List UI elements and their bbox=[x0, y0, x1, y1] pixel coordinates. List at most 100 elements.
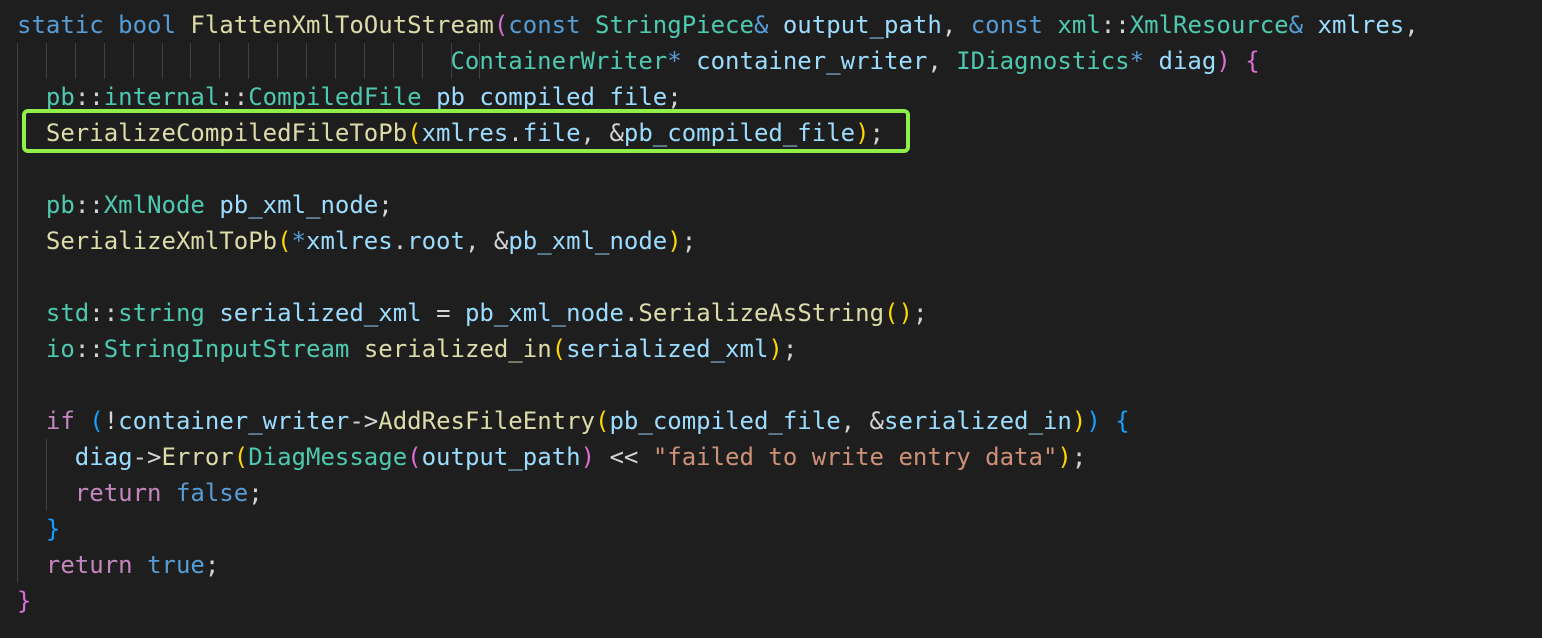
code-line[interactable]: diag->Error(DiagMessage(output_path) << … bbox=[17, 439, 1419, 475]
highlight-box bbox=[22, 109, 910, 153]
code-token: * bbox=[291, 227, 306, 255]
code-line[interactable]: SerializeXmlToPb(*xmlres.root, &pb_xml_n… bbox=[17, 223, 1419, 259]
code-area[interactable]: static bool FlattenXmlToOutStream(const … bbox=[17, 7, 1419, 619]
indent-guide bbox=[17, 79, 18, 115]
code-token: ; bbox=[204, 551, 220, 579]
code-token: ; bbox=[378, 191, 393, 219]
code-line[interactable]: pb::XmlNode pb_xml_node; bbox=[17, 187, 1419, 223]
code-token: ( bbox=[89, 407, 104, 435]
code-token: * bbox=[667, 47, 682, 75]
code-token: , bbox=[1404, 11, 1419, 39]
code-token: const bbox=[970, 11, 1043, 39]
code-line[interactable]: ContainerWriter* container_writer, IDiag… bbox=[17, 43, 1419, 79]
code-token: serialized_xml bbox=[566, 335, 769, 363]
code-token: FlattenXmlToOutStream bbox=[190, 11, 494, 39]
code-line[interactable]: std::string serialized_xml = pb_xml_node… bbox=[17, 295, 1419, 331]
code-line[interactable]: } bbox=[17, 583, 1419, 619]
code-token: ! bbox=[103, 407, 119, 435]
indent-guide bbox=[103, 43, 105, 79]
indent-guide bbox=[277, 43, 279, 79]
indent-guide bbox=[190, 43, 192, 79]
code-token: ( bbox=[493, 11, 509, 39]
code-token: { bbox=[1245, 47, 1260, 75]
indent-guide bbox=[17, 511, 18, 547]
indent-guide bbox=[45, 43, 47, 79]
code-token: :: bbox=[74, 83, 104, 111]
code-token: root bbox=[407, 227, 465, 255]
code-token: string bbox=[118, 299, 205, 327]
code-token: StringInputStream bbox=[103, 335, 350, 363]
code-token: ) bbox=[580, 443, 596, 471]
code-token: ( bbox=[277, 227, 292, 255]
code-token: ) bbox=[1071, 407, 1087, 435]
code-line[interactable]: if (!container_writer->AddResFileEntry(p… bbox=[17, 403, 1419, 439]
code-token: internal bbox=[103, 83, 220, 111]
indent-guide bbox=[17, 43, 18, 79]
code-line[interactable]: return false; bbox=[17, 475, 1419, 511]
indent-guide bbox=[392, 43, 394, 79]
indent-guide bbox=[17, 259, 18, 295]
code-token: xmlres bbox=[306, 227, 393, 255]
code-line[interactable] bbox=[17, 151, 1419, 187]
code-token: true bbox=[147, 551, 205, 579]
code-line[interactable]: return true; bbox=[17, 547, 1419, 583]
code-token: pb_xml_node bbox=[219, 191, 379, 219]
code-token: ) bbox=[667, 227, 682, 255]
code-token: pb_xml_node bbox=[508, 227, 668, 255]
code-token: false bbox=[175, 479, 249, 507]
code-token: * bbox=[1129, 47, 1145, 75]
code-token: , & bbox=[840, 407, 885, 435]
code-token: XmlResource bbox=[1129, 11, 1289, 39]
indent-guide bbox=[17, 367, 18, 403]
code-token: StringPiece bbox=[595, 11, 754, 39]
code-line[interactable] bbox=[17, 259, 1419, 295]
indent-guide bbox=[17, 115, 18, 151]
code-line[interactable] bbox=[17, 367, 1419, 403]
code-token: AddResFileEntry bbox=[378, 407, 596, 435]
indent-guide bbox=[161, 43, 163, 79]
code-token: ( bbox=[407, 443, 422, 471]
code-token: , bbox=[927, 47, 957, 75]
code-line[interactable]: static bool FlattenXmlToOutStream(const … bbox=[17, 7, 1419, 43]
code-token: container_writer bbox=[696, 47, 928, 75]
code-token: :: bbox=[74, 335, 104, 363]
code-token: output_path bbox=[421, 443, 581, 471]
code-token: Error bbox=[161, 443, 234, 471]
indent-guide bbox=[17, 331, 18, 367]
code-token: SerializeAsString bbox=[638, 299, 885, 327]
code-editor[interactable]: static bool FlattenXmlToOutStream(const … bbox=[0, 0, 1542, 638]
code-token: ; bbox=[681, 227, 697, 255]
code-token: pb bbox=[45, 191, 75, 219]
indent-guide bbox=[17, 547, 18, 583]
indent-guide bbox=[132, 43, 134, 79]
code-token: = bbox=[421, 299, 465, 327]
code-token: ContainerWriter bbox=[450, 47, 668, 75]
indent-guide bbox=[74, 43, 76, 79]
code-line[interactable]: } bbox=[17, 511, 1419, 547]
code-token: :: bbox=[74, 191, 104, 219]
code-line[interactable]: io::StringInputStream serialized_in(seri… bbox=[17, 331, 1419, 367]
code-token: pb_compiled_file bbox=[609, 407, 841, 435]
code-token: } bbox=[45, 515, 61, 543]
code-token: DiagMessage bbox=[248, 443, 408, 471]
indent-guide bbox=[363, 43, 365, 79]
code-token: . bbox=[392, 227, 408, 255]
code-token: pb_xml_node bbox=[464, 299, 624, 327]
code-token: ; bbox=[667, 83, 682, 111]
indent-guide bbox=[17, 403, 18, 439]
indent-guide bbox=[17, 187, 18, 223]
code-token: & bbox=[753, 11, 769, 39]
